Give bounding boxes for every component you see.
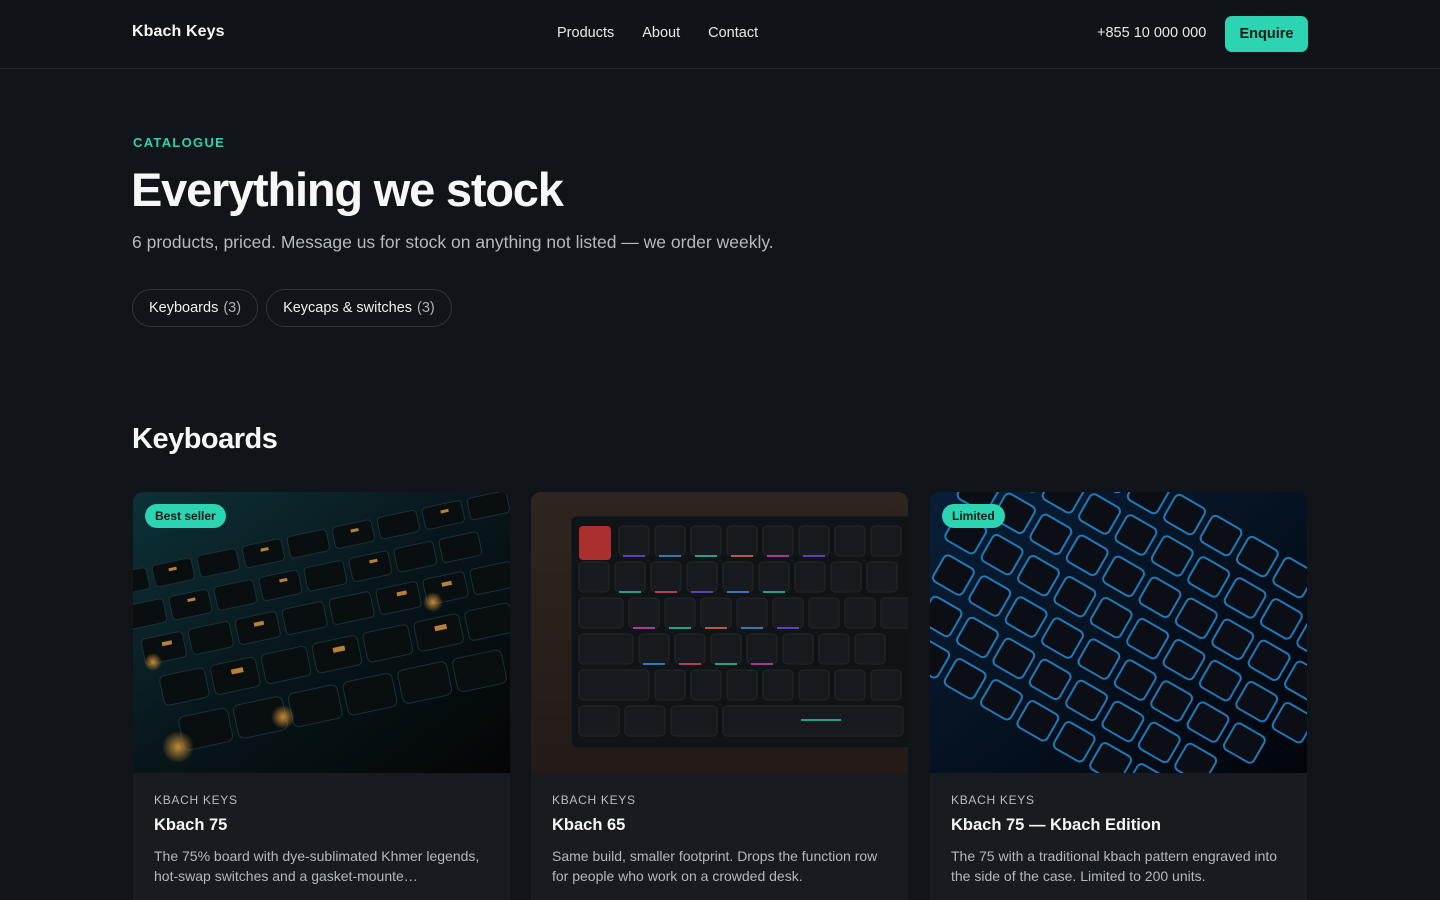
product-image: Limited (930, 492, 1307, 773)
product-name[interactable]: Kbach 65 (552, 816, 887, 835)
product-description: The 75% board with dye-sublimated Khmer … (154, 848, 480, 884)
nav-products-link[interactable]: Products (557, 25, 614, 41)
filter-label: Keyboards (149, 300, 219, 316)
product-card-kbach-65[interactable]: KBACH KEYS Kbach 65 Same build, smaller … (531, 492, 908, 900)
nav-contact-link[interactable]: Contact (708, 25, 758, 41)
page-title: Everything we stock (131, 163, 564, 216)
category-filters: Keyboards (3) Keycaps & switches (3) (132, 289, 452, 327)
badge-best-seller: Best seller (145, 504, 226, 528)
product-maker: KBACH KEYS (154, 793, 238, 807)
enquire-button[interactable]: Enquire (1225, 16, 1308, 52)
site-header: Kbach Keys Products About Contact +855 1… (0, 0, 1440, 69)
brand-logo[interactable]: Kbach Keys (132, 23, 225, 41)
keyboard-amber-photo (133, 492, 510, 773)
page-eyebrow: CATALOGUE (133, 135, 226, 150)
product-description: The 75 with a traditional kbach pattern … (951, 848, 1278, 884)
filter-count: (3) (223, 300, 242, 316)
phone-number[interactable]: +855 10 000 000 (1097, 25, 1206, 41)
filter-count: (3) (417, 300, 435, 316)
badge-limited: Limited (942, 504, 1005, 528)
product-card-kbach-75-kbach-edition[interactable]: Limited KBACH KEYS Kbach 75 — Kbach Edit… (930, 492, 1307, 900)
product-name[interactable]: Kbach 75 (154, 816, 489, 835)
product-card-kbach-75[interactable]: Best seller KBACH KEYS Kbach 75 The 75% … (133, 492, 510, 900)
main-nav: Products About Contact (557, 25, 758, 41)
filter-label: Keycaps & switches (283, 300, 413, 316)
nav-about-link[interactable]: About (642, 25, 680, 41)
product-image: Best seller (133, 492, 510, 773)
keyboard-blue-photo (930, 492, 1307, 773)
product-name[interactable]: Kbach 75 — Kbach Edition (951, 816, 1286, 835)
filter-keycaps-switches[interactable]: Keycaps & switches (3) (266, 289, 452, 327)
page-subtitle: 6 products, priced. Message us for stock… (132, 232, 774, 252)
product-description: Same build, smaller footprint. Drops the… (552, 848, 878, 884)
product-image (531, 492, 908, 773)
keyboard-rgb-photo (531, 492, 908, 773)
filter-keyboards[interactable]: Keyboards (3) (132, 289, 259, 327)
product-maker: KBACH KEYS (552, 793, 636, 807)
product-maker: KBACH KEYS (951, 793, 1035, 807)
section-title-keyboards: Keyboards (132, 423, 278, 455)
